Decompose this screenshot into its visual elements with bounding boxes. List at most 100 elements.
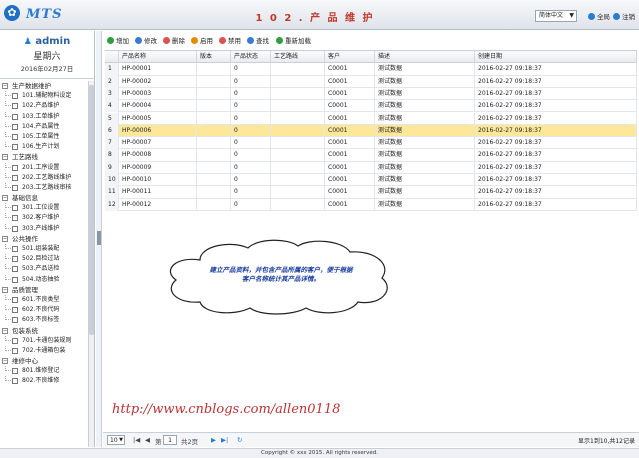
table-cell — [197, 174, 231, 187]
table-cell — [197, 100, 231, 113]
table-cell: 0 — [231, 87, 271, 101]
tree-group[interactable]: − 品质管理 — [0, 285, 88, 295]
table-row[interactable]: 8 HP-00008 0 C0001 测试数据 2016-02-27 09:18:37 — [105, 149, 637, 162]
tree-item[interactable]: 801.维修登记 — [0, 366, 88, 376]
tree-item[interactable]: 602.不良代码 — [0, 305, 88, 315]
collapse-icon[interactable]: − — [2, 83, 8, 89]
tree-item[interactable]: 105.工单属性 — [0, 131, 88, 142]
table-cell: HP-00012 — [119, 198, 197, 211]
tree-item[interactable]: 103.工单维护 — [0, 111, 88, 122]
language-select[interactable]: 简体中文 ▼ — [535, 10, 577, 22]
tree-item[interactable]: 601.不良类型 — [0, 294, 88, 305]
collapse-icon[interactable]: − — [2, 286, 8, 293]
tree-item[interactable]: 102.产品维护 — [0, 101, 88, 111]
tree-group[interactable]: − 公共操作 — [0, 234, 88, 244]
table-row[interactable]: 3 HP-00003 0 C0001 测试数据 2016-02-27 09:18:37 — [105, 87, 637, 101]
tree-item[interactable]: 603.不良标签 — [0, 315, 88, 325]
column-header[interactable]: 创建日期 — [475, 51, 637, 64]
tree-item[interactable]: 802.不良维修 — [0, 376, 88, 386]
row-number: 9 — [105, 161, 119, 174]
tree-group[interactable]: − 包装系统 — [0, 326, 88, 336]
tree-group[interactable]: − 工艺路线 — [0, 152, 88, 162]
table-row[interactable]: 10 HP-00010 0 C0001 测试数据 2016-02-27 09:18:37 — [105, 174, 637, 187]
next-page-icon[interactable]: ▶ — [211, 436, 216, 444]
tree-group[interactable]: − 维修中心 — [0, 356, 88, 366]
page-icon — [12, 246, 18, 252]
disable-button[interactable]: 禁用 — [219, 35, 241, 45]
tree-item[interactable]: 504.动态抽验 — [0, 274, 88, 285]
table-cell: 2016-02-27 09:18:37 — [475, 124, 637, 138]
add-button[interactable]: 增加 — [107, 35, 129, 45]
tree-item[interactable]: 503.产品送检 — [0, 264, 88, 274]
tree-group[interactable]: − 基础信息 — [0, 193, 88, 203]
table-cell — [271, 87, 325, 101]
page-input[interactable]: 1 — [163, 435, 177, 445]
table-row[interactable]: 7 HP-00007 0 C0001 测试数据 2016-02-27 09:18:37 — [105, 137, 637, 150]
collapse-handle[interactable] — [97, 231, 101, 245]
globe-icon — [588, 13, 595, 20]
table-row[interactable]: 5 HP-00005 0 C0001 测试数据 2016-02-27 09:18:37 — [105, 112, 637, 125]
tree-item[interactable]: 701.卡通包装规则 — [0, 335, 88, 346]
edit-button[interactable]: 修改 — [135, 35, 157, 45]
tree-item[interactable]: 302.客户维护 — [0, 213, 88, 223]
last-page-icon[interactable]: ▶| — [221, 436, 228, 444]
table-row[interactable]: 4 HP-00004 0 C0001 测试数据 2016-02-27 09:18:37 — [105, 100, 637, 113]
tree-item[interactable]: 101.辅配物料设定 — [0, 91, 88, 101]
page-icon — [12, 113, 18, 120]
user-name: ♟ admin — [0, 36, 94, 47]
table-row[interactable]: 11 HP-00011 0 C0001 测试数据 2016-02-27 09:18:37 — [105, 186, 637, 199]
current-date: 2016年02月27日 — [20, 65, 74, 73]
table-cell: 0 — [231, 149, 271, 162]
table-cell: 测试数据 — [375, 137, 475, 150]
tree-group[interactable]: − 生产数据维护 — [0, 81, 88, 91]
page-title: 1 0 2 . 产 品 维 护 — [255, 13, 375, 24]
tree-item[interactable]: 203.工艺路线审核 — [0, 182, 88, 193]
prev-page-icon[interactable]: ◀ — [145, 436, 150, 444]
logout-link[interactable]: 注销 — [613, 11, 635, 21]
collapse-icon[interactable]: − — [2, 195, 8, 202]
enable-button[interactable]: 启用 — [191, 35, 213, 45]
tree-item[interactable]: 702.卡通箱包装 — [0, 345, 88, 356]
collapse-icon[interactable]: − — [2, 235, 8, 242]
table-cell: 测试数据 — [375, 124, 475, 138]
table-cell — [271, 63, 325, 76]
table-row[interactable]: 9 HP-00009 0 C0001 测试数据 2016-02-27 09:18:37 — [105, 161, 637, 174]
column-header[interactable]: 客户 — [325, 51, 375, 64]
column-header[interactable]: 描述 — [375, 51, 475, 64]
tree-item[interactable]: 201.工序设置 — [0, 162, 88, 173]
global-link[interactable]: 全局 — [588, 11, 610, 21]
column-header[interactable]: 版本 — [197, 51, 231, 64]
tree-item[interactable]: 502.目检过站 — [0, 254, 88, 264]
table-row[interactable]: 12 HP-00012 0 C0001 测试数据 2016-02-27 09:18:37 — [105, 198, 637, 211]
scrollbar-thumb[interactable] — [89, 85, 94, 335]
tree-item[interactable]: 202.工艺路线维护 — [0, 172, 88, 183]
table-row[interactable]: 1 HP-00001 0 C0001 测试数据 2016-02-27 09:18:37 — [105, 63, 637, 76]
column-header[interactable]: 产品名称 — [119, 51, 197, 64]
collapse-icon[interactable]: − — [2, 154, 8, 161]
column-header[interactable]: 工艺路线 — [271, 51, 325, 64]
search-button[interactable]: 查找 — [247, 35, 269, 45]
tree-item-label: 104.产品属性 — [22, 122, 60, 130]
tree-scrollbar[interactable] — [88, 81, 94, 447]
tree-group-label: 基础信息 — [12, 194, 38, 203]
first-page-icon[interactable]: |◀ — [133, 436, 140, 444]
tree-item[interactable]: 303.产线维护 — [0, 223, 88, 234]
panel-splitter[interactable] — [96, 31, 102, 447]
column-header[interactable]: 产品状态 — [231, 51, 271, 64]
tree-connector — [5, 111, 11, 117]
tree-item[interactable]: 104.产品属性 — [0, 121, 88, 132]
tree-item[interactable]: 106.生产计划 — [0, 142, 88, 152]
delete-button[interactable]: 删除 — [163, 35, 185, 45]
nav-tree: − 生产数据维护 101.辅配物料设定 102.产品维护 103.工单维护 104.产品属… — [0, 81, 88, 447]
row-number: 5 — [105, 112, 119, 125]
table-row[interactable]: 2 HP-00002 0 C0001 测试数据 2016-02-27 09:18:37 — [105, 75, 637, 88]
table-row[interactable]: 6 HP-00006 0 C0001 测试数据 2016-02-27 09:18:37 — [105, 124, 637, 138]
collapse-icon[interactable]: − — [2, 358, 8, 365]
page-size-select[interactable]: 10 ▼ — [107, 435, 125, 445]
collapse-icon[interactable]: − — [2, 327, 8, 334]
reload-button[interactable]: 重新加载 — [276, 35, 311, 45]
tree-item[interactable]: 301.工位设置 — [0, 203, 88, 213]
tree-item[interactable]: 501.组装装配 — [0, 244, 88, 254]
refresh-icon[interactable]: ↻ — [237, 436, 242, 444]
table-cell: 测试数据 — [375, 198, 475, 211]
